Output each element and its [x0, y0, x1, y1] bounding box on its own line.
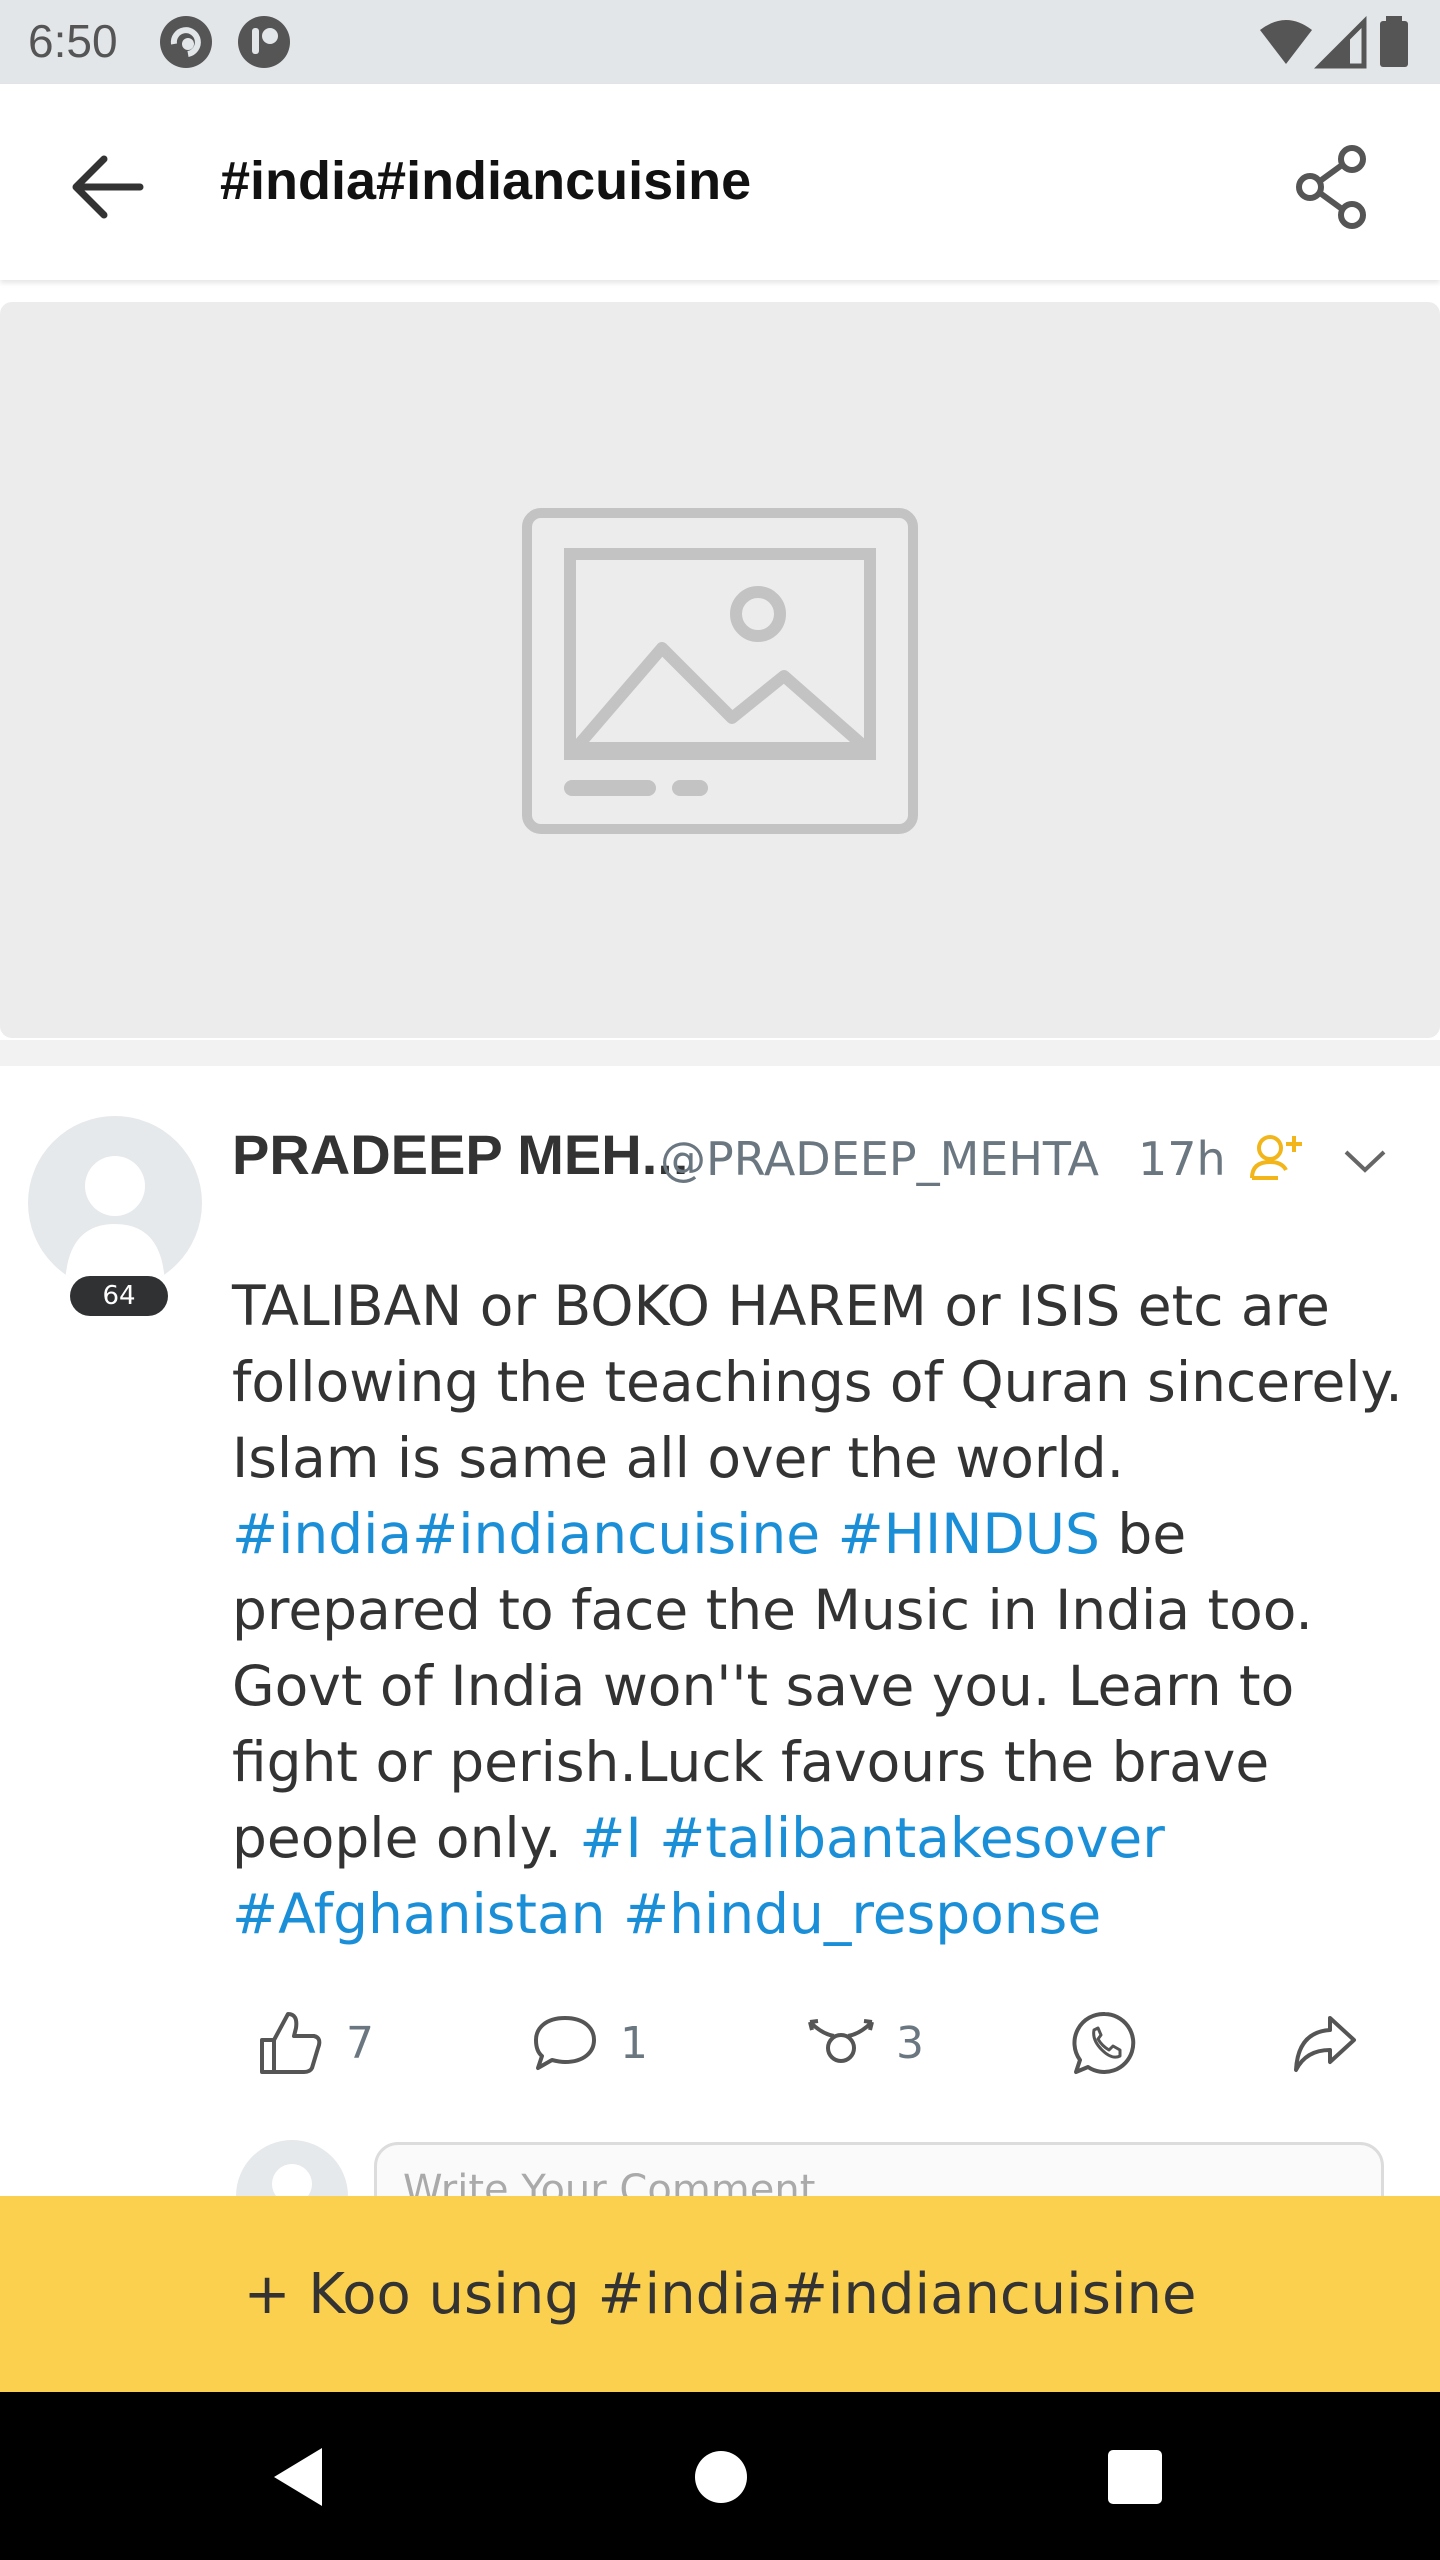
follow-user-icon[interactable] — [1248, 1130, 1304, 1186]
level-badge: 64 — [70, 1276, 168, 1316]
arrow-left-icon[interactable] — [60, 139, 156, 235]
section-divider — [0, 1040, 1440, 1066]
hashtag-link[interactable]: #I — [579, 1806, 641, 1870]
whatsapp-share-button[interactable] — [1070, 1998, 1140, 2088]
avatar[interactable] — [28, 1116, 202, 1290]
page-title: #india#indiancuisine — [220, 151, 752, 211]
app-bar: #india#indiancuisine — [0, 84, 1440, 280]
hashtag-link[interactable]: #HINDUS — [838, 1502, 1100, 1566]
thumbs-up-icon — [260, 2012, 322, 2074]
user-placeholder-icon — [65, 1156, 165, 1290]
status-bar: 6:50 — [0, 0, 1440, 84]
post-text-segment: TALIBAN or BOKO HAREM or ISIS etc are fo… — [232, 1274, 1403, 1490]
system-nav-bar — [0, 2392, 1440, 2560]
app-notification-icon-2 — [238, 16, 290, 68]
hashtag-link[interactable]: #hindu_response — [623, 1882, 1101, 1946]
author-handle[interactable]: @PRADEEP_MEHTA — [660, 1132, 1099, 1186]
rekoo-button[interactable]: 3 — [806, 1998, 924, 2088]
post-time: 17h — [1138, 1132, 1226, 1186]
nav-home-icon[interactable] — [676, 2432, 766, 2522]
author-name[interactable]: PRADEEP MEH... — [232, 1122, 688, 1187]
koo-with-hashtag-button[interactable]: + Koo using #india#indiancuisine — [0, 2196, 1440, 2392]
post-body: TALIBAN or BOKO HAREM or ISIS etc are fo… — [232, 1268, 1412, 1952]
like-button[interactable]: 7 — [256, 1998, 374, 2088]
whatsapp-icon — [1072, 2011, 1136, 2074]
battery-icon — [1380, 16, 1408, 67]
hashtag-link[interactable]: #india#indiancuisine — [232, 1502, 820, 1566]
nav-back-icon[interactable] — [256, 2432, 346, 2522]
image-placeholder-icon — [522, 508, 918, 834]
post-text-segment — [606, 1882, 623, 1946]
rekoo-icon — [808, 2019, 874, 2063]
chevron-down-icon[interactable] — [1340, 1136, 1390, 1186]
hashtag-banner — [0, 302, 1440, 1038]
app-notification-icon — [160, 16, 212, 68]
hashtag-link[interactable]: #Afghanistan — [232, 1882, 606, 1946]
post-text-segment — [642, 1806, 659, 1870]
forward-share-button[interactable] — [1290, 1998, 1360, 2088]
status-time: 6:50 — [28, 15, 118, 67]
share-forward-icon — [1294, 2016, 1356, 2072]
nav-recents-icon[interactable] — [1090, 2432, 1180, 2522]
hashtag-link[interactable]: #talibantakesover — [659, 1806, 1165, 1870]
comment-button[interactable]: 1 — [530, 1998, 648, 2088]
comment-count: 1 — [620, 2017, 648, 2069]
signal-icon — [1314, 15, 1367, 69]
wifi-icon — [1260, 20, 1312, 64]
comment-icon — [534, 2016, 596, 2070]
rekoo-count: 3 — [896, 2017, 924, 2069]
post-text-segment — [820, 1502, 837, 1566]
like-count: 7 — [346, 2017, 374, 2069]
share-icon[interactable] — [1288, 139, 1378, 235]
